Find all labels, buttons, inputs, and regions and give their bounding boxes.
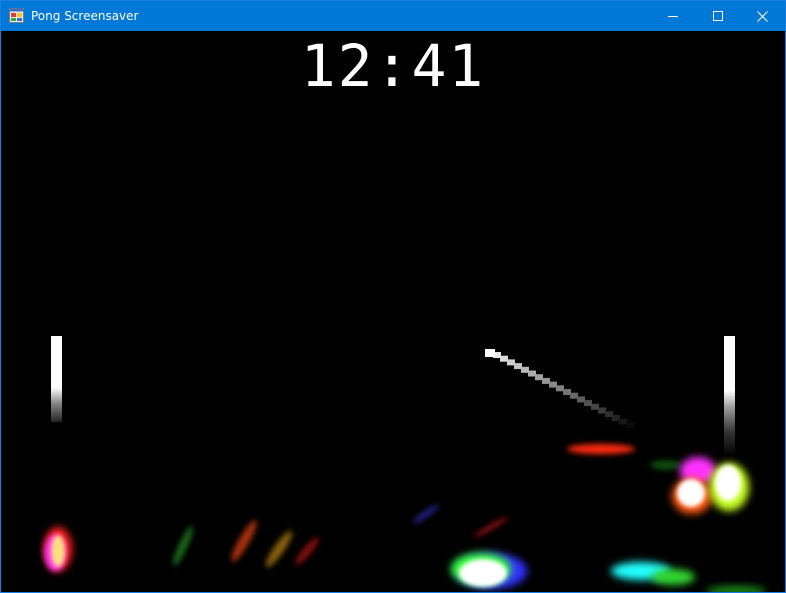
minimize-button[interactable] bbox=[650, 1, 695, 31]
minimize-icon bbox=[667, 11, 678, 21]
trail-segment bbox=[507, 359, 515, 366]
trail-segment bbox=[626, 422, 634, 429]
trail-segment bbox=[528, 370, 536, 377]
trail-segment bbox=[556, 385, 564, 392]
trail-segment bbox=[542, 377, 550, 384]
trail-segment bbox=[577, 396, 585, 403]
trail-segment bbox=[521, 366, 529, 373]
trail-segment bbox=[514, 363, 522, 370]
trail-segment bbox=[584, 400, 592, 407]
title-bar[interactable]: Pong Screensaver bbox=[1, 1, 785, 31]
trail-segment bbox=[612, 414, 620, 421]
maximize-icon bbox=[712, 11, 723, 21]
trail-segment bbox=[619, 418, 627, 425]
trail-segment bbox=[570, 392, 578, 399]
trail-segment bbox=[549, 381, 557, 388]
game-canvas[interactable]: 12:41 bbox=[1, 31, 785, 592]
close-button[interactable] bbox=[740, 1, 785, 31]
trail-segment bbox=[535, 374, 543, 381]
window-title: Pong Screensaver bbox=[31, 9, 139, 23]
trail-segment bbox=[605, 411, 613, 418]
trail-segment bbox=[598, 407, 606, 414]
trail-segment bbox=[563, 389, 571, 395]
maximize-button[interactable] bbox=[695, 1, 740, 31]
app-window: Pong Screensaver 12:41 bbox=[0, 0, 786, 593]
ball bbox=[485, 349, 495, 357]
trail-segment bbox=[591, 403, 599, 410]
trail-segment bbox=[500, 355, 508, 362]
windows-form-icon bbox=[9, 8, 24, 23]
close-icon bbox=[757, 10, 768, 22]
ball-trail bbox=[493, 352, 634, 429]
